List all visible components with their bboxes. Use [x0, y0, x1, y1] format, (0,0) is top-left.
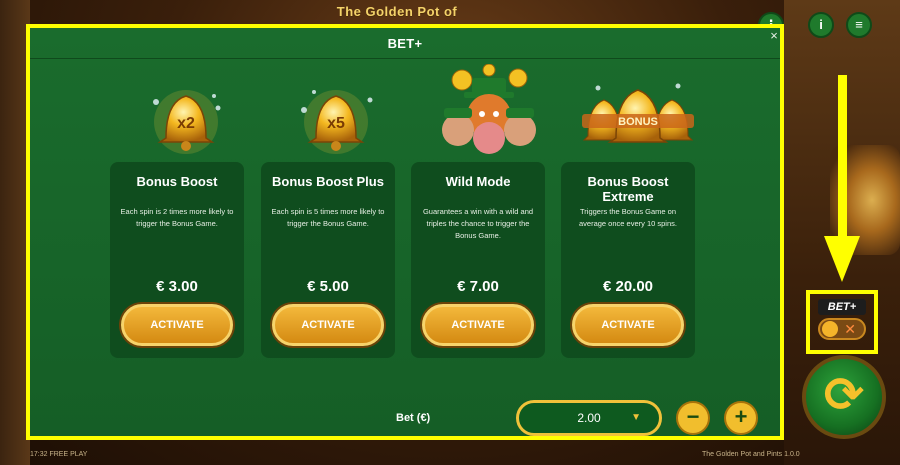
- card-price: € 3.00: [156, 278, 198, 295]
- annotation-arrow-head: [824, 236, 860, 282]
- menu-icon[interactable]: ≡: [846, 12, 872, 38]
- bet-amount-value: 2.00: [577, 411, 601, 425]
- card-description: Triggers the Bonus Game on average once …: [579, 207, 677, 228]
- betplus-label: BET+: [818, 299, 866, 315]
- bell-x2-icon: x2: [153, 90, 221, 154]
- toggle-off-icon: ✕: [844, 321, 856, 337]
- card-price: € 7.00: [457, 278, 499, 295]
- card-description: Guarantees a win with a wild and triples…: [422, 207, 534, 240]
- bell-badge-text: x2: [177, 115, 195, 132]
- spin-button[interactable]: ⟳: [802, 355, 886, 439]
- card-title: Wild Mode: [445, 174, 511, 189]
- bonus-bells-icon: BONUS: [582, 83, 694, 143]
- betplus-toggle[interactable]: ✕: [818, 318, 866, 340]
- wild-characters-icon: [442, 64, 536, 154]
- activate-button-bonus-boost[interactable]: ACTIVATE: [121, 304, 233, 346]
- card-price: € 20.00: [602, 278, 654, 295]
- increase-bet-button[interactable]: +: [724, 401, 758, 435]
- modal-divider: [30, 58, 780, 59]
- bet-amount-select[interactable]: 2.00 ▼: [516, 400, 662, 436]
- option-card-bonus-boost: Bonus Boost Each spin is 2 times more li…: [110, 162, 244, 358]
- toggle-knob: [822, 321, 838, 337]
- card-title: Bonus Boost Extreme: [587, 174, 669, 204]
- info-icon[interactable]: i: [808, 12, 834, 38]
- decrease-bet-button[interactable]: −: [676, 401, 710, 435]
- card-title: Bonus Boost: [136, 174, 218, 189]
- card-title: Bonus Boost Plus: [272, 174, 384, 189]
- card-description: Each spin is 5 times more likely to trig…: [271, 207, 385, 228]
- option-card-bonus-boost-plus: Bonus Boost Plus Each spin is 5 times mo…: [261, 162, 395, 358]
- close-button[interactable]: ×: [766, 28, 782, 44]
- footer-status: 17:32 FREE PLAY: [30, 451, 88, 458]
- bonus-badge-text: BONUS: [618, 116, 658, 128]
- chevron-down-icon: ▼: [631, 412, 641, 423]
- activate-button-bonus-boost-plus[interactable]: ACTIVATE: [272, 304, 384, 346]
- game-logo: The Golden Pot of Pints: [336, 4, 458, 43]
- card-price: € 5.00: [307, 278, 349, 295]
- bell-badge-text: x5: [327, 115, 345, 132]
- betplus-modal: BET+ × x2 x5 BONUS Bonus Boost Each spin…: [26, 24, 784, 440]
- activate-button-bonus-boost-extreme[interactable]: ACTIVATE: [572, 304, 684, 346]
- footer-version: The Golden Pot and Pints 1.0.0: [702, 451, 800, 458]
- annotation-arrow-line: [838, 75, 847, 240]
- modal-title: BET+: [387, 36, 423, 51]
- card-description: Each spin is 2 times more likely to trig…: [120, 207, 234, 228]
- activate-button-wild-mode[interactable]: ACTIVATE: [422, 304, 534, 346]
- option-card-wild-mode: Wild Mode Guarantees a win with a wild a…: [411, 162, 545, 358]
- option-card-bonus-boost-extreme: Bonus Boost Extreme Triggers the Bonus G…: [561, 162, 695, 358]
- spin-arrows-icon: ⟳: [823, 369, 865, 422]
- bell-x5-icon: x5: [301, 90, 373, 154]
- bet-label: Bet (€): [396, 412, 431, 424]
